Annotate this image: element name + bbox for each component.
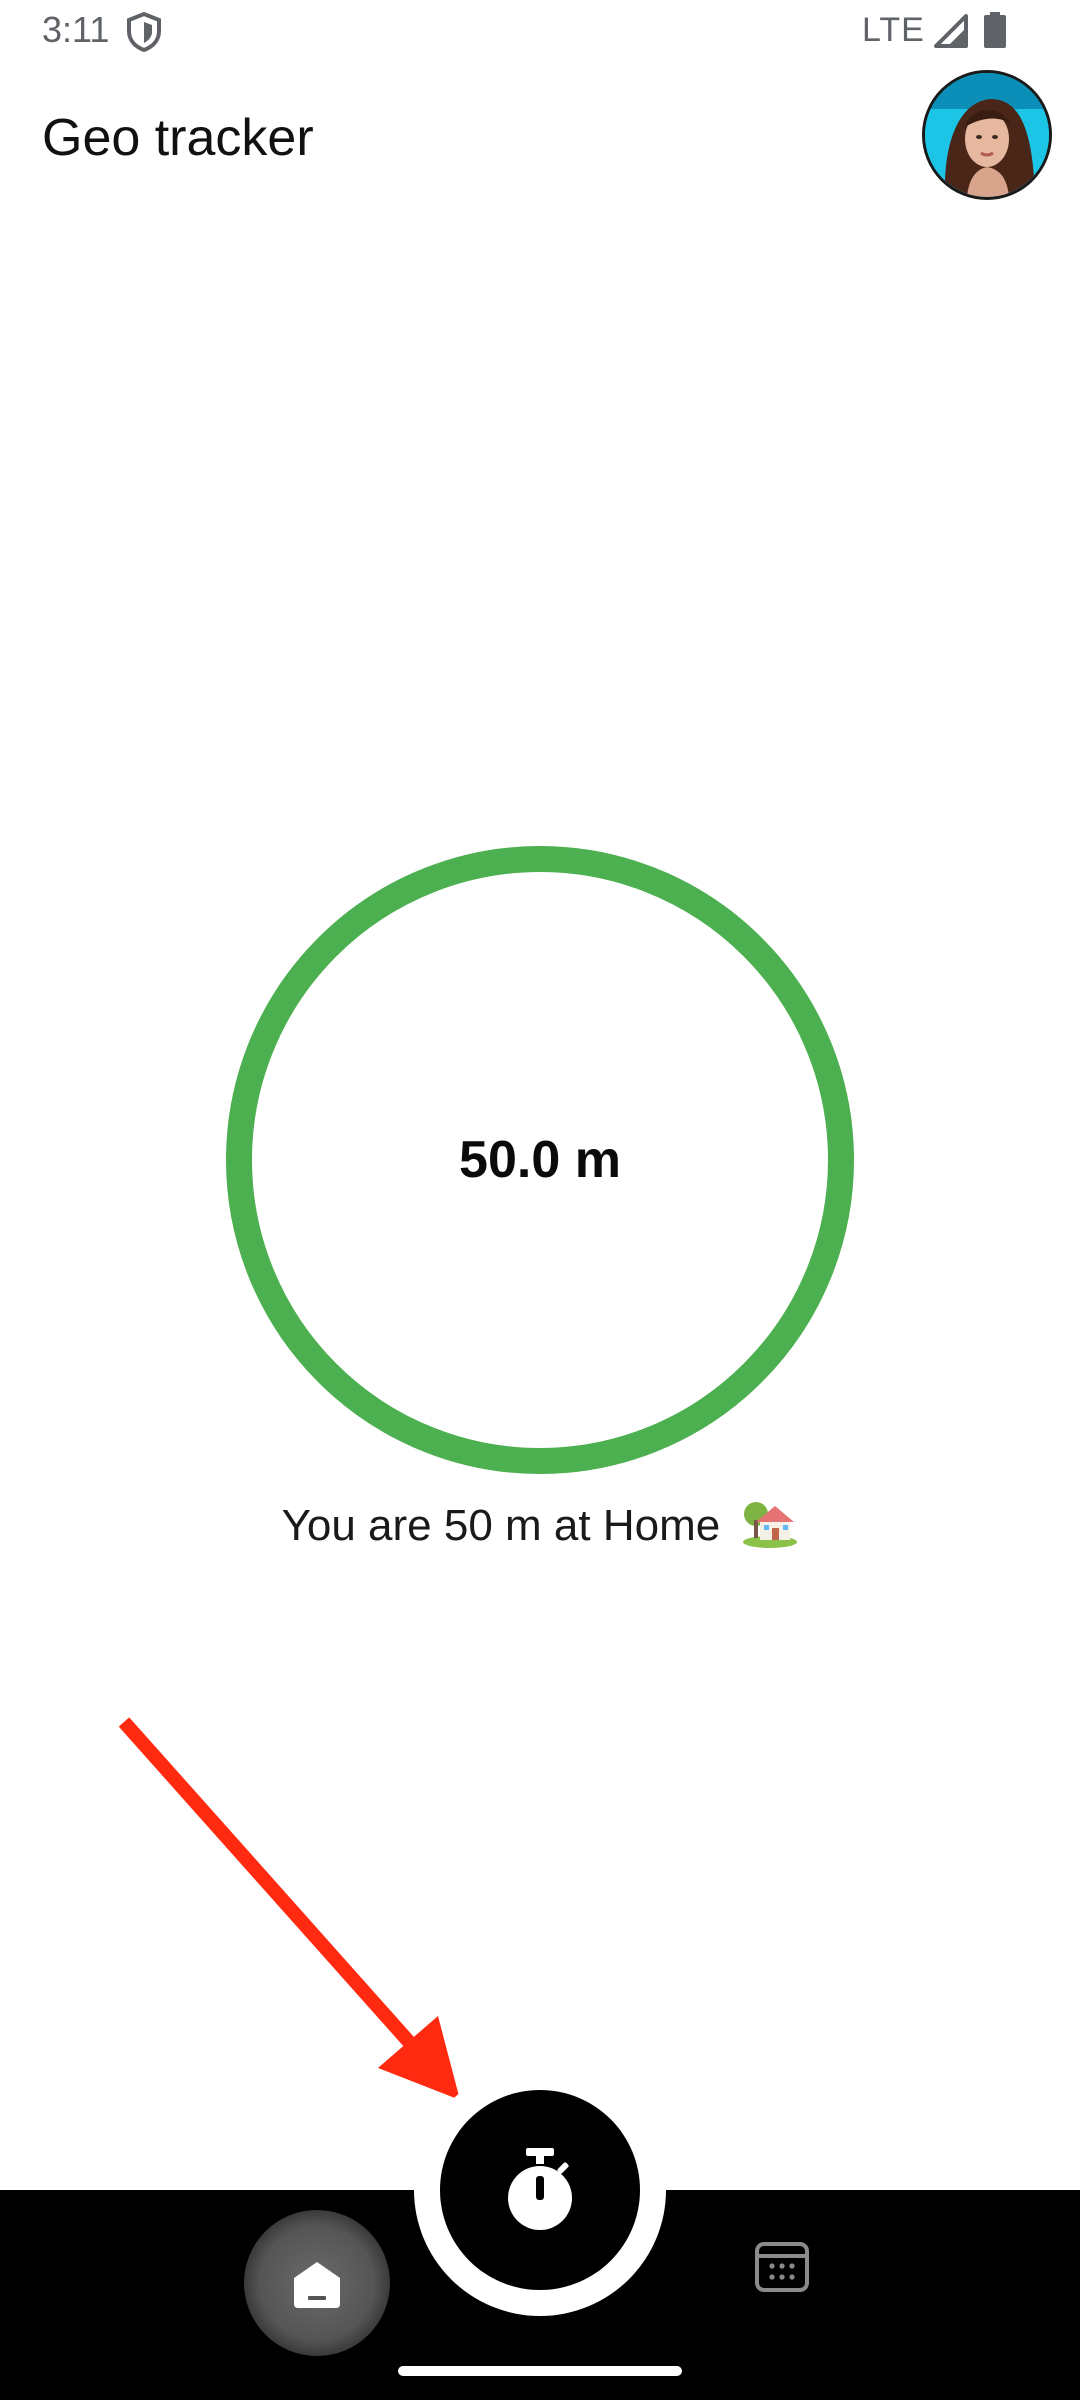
- signal-icon: [934, 14, 968, 48]
- stopwatch-button[interactable]: [440, 2090, 640, 2290]
- calendar-icon[interactable]: [752, 2236, 812, 2296]
- stopwatch-icon: [508, 2148, 572, 2230]
- status-time: 3:11: [42, 9, 110, 50]
- location-message: You are 50 m at Home: [180, 1496, 900, 1556]
- status-bar: 3:11 LTE: [0, 0, 1080, 64]
- location-message-text: You are 50 m at Home: [281, 1501, 721, 1550]
- page-title: Geo tracker: [42, 109, 314, 167]
- home-icon: [294, 2262, 340, 2308]
- house-emoji-icon: [743, 1502, 798, 1548]
- nav-home-button[interactable]: [244, 2210, 390, 2356]
- network-type: LTE: [862, 11, 925, 49]
- avatar[interactable]: [922, 70, 1052, 200]
- gesture-handle[interactable]: [398, 2366, 682, 2376]
- distance-value: 50.0 m: [459, 1131, 621, 1189]
- user-avatar-icon: [925, 73, 1049, 197]
- shield-icon: [127, 12, 161, 52]
- geo-tracker-screen: 3:11 LTE Geo tracker 50.0 m You are 50 m…: [0, 0, 1080, 2400]
- battery-icon: [984, 12, 1006, 48]
- annotation-arrow-icon: [118, 1717, 460, 2100]
